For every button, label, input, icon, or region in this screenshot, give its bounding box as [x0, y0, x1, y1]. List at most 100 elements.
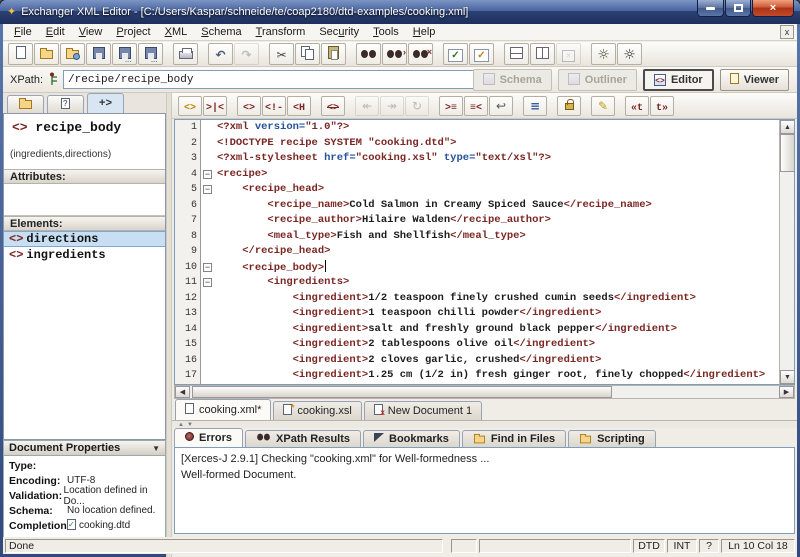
fold-toggle-icon[interactable]: −: [203, 263, 212, 272]
code-line-5[interactable]: 5− <recipe_head>: [175, 182, 794, 198]
close-button[interactable]: ×: [752, 0, 794, 17]
shift-left-button[interactable]: ≡<: [464, 96, 488, 116]
scroll-down-icon[interactable]: ▼: [780, 370, 795, 384]
print-button[interactable]: [173, 43, 198, 65]
document-properties-header[interactable]: Document Properties ▼: [3, 440, 166, 456]
status-validation-mode[interactable]: INT: [667, 539, 697, 553]
code-line-9[interactable]: 9 </recipe_head>: [175, 244, 794, 260]
scroll-left-icon[interactable]: ◀: [175, 386, 190, 398]
element-panel-tab-2[interactable]: [47, 95, 84, 113]
find-button[interactable]: [356, 43, 381, 65]
code-line-2[interactable]: 2<!DOCTYPE recipe SYSTEM "cooking.dtd">: [175, 136, 794, 152]
vertical-scroll-thumb[interactable]: [780, 134, 795, 172]
scroll-right-icon[interactable]: ▶: [779, 386, 794, 398]
document-tab-new-document-1[interactable]: New Document 1: [364, 401, 482, 420]
insert-cdata-button[interactable]: <H: [287, 96, 311, 116]
menu-item-project[interactable]: Project: [109, 25, 157, 39]
save-as-button[interactable]: [112, 43, 137, 65]
title-bar[interactable]: ✦ Exchanger XML Editor - [C:/Users/Kaspa…: [0, 0, 800, 24]
element-item-directions[interactable]: <>directions: [4, 231, 165, 247]
horizontal-scrollbar[interactable]: ◀ ▶: [174, 385, 795, 399]
insert-comment-button[interactable]: <!-: [262, 96, 286, 116]
code-line-12[interactable]: 12 <ingredient>1/2 teaspoon finely crush…: [175, 291, 794, 307]
code-line-6[interactable]: 6 <recipe_name>Cold Salmon in Creamy Spi…: [175, 198, 794, 214]
attributes-list[interactable]: [4, 184, 165, 216]
wrap-button[interactable]: ↩: [489, 96, 513, 116]
open-file-button[interactable]: [34, 43, 59, 65]
bottom-tab-find-in-files[interactable]: Find in Files: [462, 430, 566, 447]
bottom-tab-scripting[interactable]: Scripting: [568, 430, 656, 447]
split-horizontal-button[interactable]: [504, 43, 529, 65]
menu-item-view[interactable]: View: [72, 25, 110, 39]
code-line-7[interactable]: 7 <recipe_author>Hilaire Walden</recipe_…: [175, 213, 794, 229]
tag-soup-button[interactable]: <>: [178, 96, 202, 116]
code-line-3[interactable]: 3<?xml-stylesheet href="cooking.xsl" typ…: [175, 151, 794, 167]
splitter-up-icon[interactable]: ▲: [178, 422, 184, 428]
menu-item-help[interactable]: Help: [406, 25, 443, 39]
horizontal-scroll-thumb[interactable]: [192, 386, 612, 398]
split-vertical-button[interactable]: [530, 43, 555, 65]
insert-element-button[interactable]: <>: [237, 96, 261, 116]
code-line-17[interactable]: 17 <ingredient>1.25 cm (1/2 in) fresh gi…: [175, 368, 794, 384]
lock-button[interactable]: [557, 96, 581, 116]
status-cursor-position[interactable]: Ln 10 Col 18: [721, 539, 795, 553]
menu-item-schema[interactable]: Schema: [194, 25, 248, 39]
code-lines[interactable]: 1<?xml version="1.0"?>2<!DOCTYPE recipe …: [175, 120, 794, 384]
minimize-button[interactable]: [697, 0, 724, 17]
code-line-13[interactable]: 13 <ingredient>1 teaspoon chilli powder<…: [175, 306, 794, 322]
bottom-tab-bookmarks[interactable]: Bookmarks: [363, 430, 460, 447]
view-button-viewer[interactable]: Viewer: [720, 69, 789, 91]
bottom-tab-xpath-results[interactable]: XPath Results: [245, 430, 361, 447]
code-line-15[interactable]: 15 <ingredient>2 tablespoons olive oil</…: [175, 337, 794, 353]
fold-toggle-icon[interactable]: −: [203, 278, 212, 287]
code-line-14[interactable]: 14 <ingredient>salt and freshly ground b…: [175, 322, 794, 338]
collapse-arrow-icon[interactable]: ▼: [152, 444, 160, 453]
expand-tag-button[interactable]: «t: [625, 96, 649, 116]
validate-with-button[interactable]: ✓: [469, 43, 494, 65]
remove-tags-button[interactable]: >|<: [203, 96, 227, 116]
paste-button[interactable]: [321, 43, 346, 65]
vertical-scrollbar[interactable]: ▲ ▼: [779, 120, 794, 384]
fold-toggle-icon[interactable]: −: [203, 170, 212, 179]
collapse-tag-button[interactable]: t»: [650, 96, 674, 116]
new-document-button[interactable]: [8, 43, 33, 65]
scroll-up-icon[interactable]: ▲: [780, 120, 795, 134]
view-button-editor[interactable]: <>Editor: [643, 69, 714, 91]
wellformed-check-button[interactable]: ☼: [591, 43, 616, 65]
menu-item-xml[interactable]: XML: [158, 25, 195, 39]
menu-item-tools[interactable]: Tools: [366, 25, 406, 39]
menu-close-icon[interactable]: x: [780, 25, 794, 39]
save-all-button[interactable]: [138, 43, 163, 65]
code-line-11[interactable]: 11− <ingredients>: [175, 275, 794, 291]
code-editor[interactable]: 1<?xml version="1.0"?>2<!DOCTYPE recipe …: [174, 119, 795, 385]
shift-right-button[interactable]: >≡: [439, 96, 463, 116]
code-line-16[interactable]: 16 <ingredient>2 cloves garlic, crushed<…: [175, 353, 794, 369]
menu-item-transform[interactable]: Transform: [249, 25, 313, 39]
splitter-down-icon[interactable]: ▼: [187, 422, 193, 428]
code-line-10[interactable]: 10− <recipe_body>: [175, 260, 794, 276]
element-panel-tab-3[interactable]: +>: [87, 93, 124, 113]
find-next-button[interactable]: ›: [382, 43, 407, 65]
document-tab-cooking-xsl[interactable]: cooking.xsl: [273, 401, 361, 420]
format-button[interactable]: ≡: [523, 96, 547, 116]
horizontal-splitter[interactable]: ▲ ▼: [172, 421, 797, 428]
document-tab-cooking-xml-[interactable]: cooking.xml*: [175, 399, 271, 420]
replace-button[interactable]: ×: [408, 43, 433, 65]
preferences-button[interactable]: ☼: [617, 43, 642, 65]
cut-button[interactable]: ✂: [269, 43, 294, 65]
copy-button[interactable]: [295, 43, 320, 65]
status-doctype[interactable]: DTD: [633, 539, 665, 553]
save-button[interactable]: [86, 43, 111, 65]
menu-item-security[interactable]: Security: [312, 25, 366, 39]
strip-tag-button[interactable]: <>: [321, 96, 345, 116]
bottom-tab-errors[interactable]: Errors: [174, 428, 243, 447]
element-item-ingredients[interactable]: <>ingredients: [4, 247, 165, 263]
menu-item-edit[interactable]: Edit: [39, 25, 72, 39]
xpath-value[interactable]: /recipe/recipe_body: [64, 74, 477, 86]
code-line-1[interactable]: 1<?xml version="1.0"?>: [175, 120, 794, 136]
fold-toggle-icon[interactable]: −: [203, 185, 212, 194]
element-panel-tab-1[interactable]: [7, 95, 44, 113]
menu-item-file[interactable]: File: [7, 25, 39, 39]
validate-button[interactable]: ✓: [443, 43, 468, 65]
status-help[interactable]: ?: [699, 539, 719, 553]
